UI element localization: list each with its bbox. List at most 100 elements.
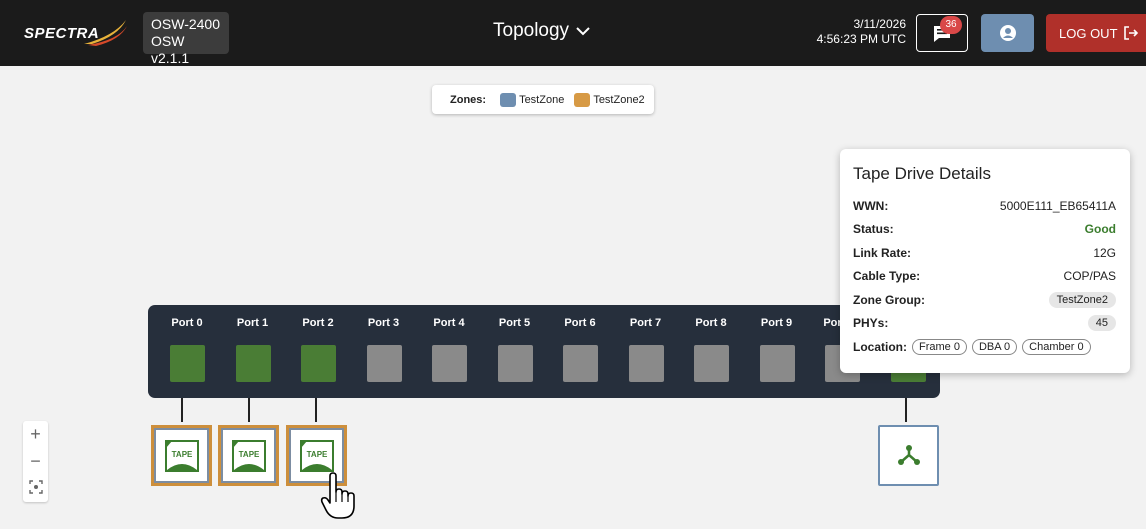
zone-item-testzone[interactable]: TestZone <box>500 92 565 107</box>
switch-port[interactable]: Port 9 <box>744 305 810 398</box>
status-label: Status: <box>853 222 894 237</box>
connection-line <box>905 398 907 422</box>
port-status-indicator[interactable] <box>628 345 664 382</box>
switch-port[interactable]: Port 2 <box>285 305 351 398</box>
brand-name: SPECTRA <box>24 25 100 42</box>
cable-type-label: Cable Type: <box>853 269 921 284</box>
port-label: Port 4 <box>433 317 465 329</box>
device-version: OSW v2.1.1 <box>151 33 190 66</box>
details-title: Tape Drive Details <box>853 164 991 183</box>
wwn-value: 5000E111_EB65411A <box>999 198 1116 213</box>
current-time: 4:56:23 PM UTC <box>816 32 906 46</box>
fit-view-icon <box>28 480 43 494</box>
user-button[interactable] <box>981 14 1034 52</box>
phys-label: PHYs: <box>853 316 889 331</box>
port-label: Port 8 <box>695 317 727 329</box>
zones-legend: Zones: TestZone TestZone2 <box>432 85 654 114</box>
connection-line <box>248 398 250 422</box>
tape-label: TAPE <box>307 450 328 459</box>
tape-drive-icon: TAPE <box>232 440 266 472</box>
details-row-location: Location: Frame 0 DBA 0 Chamber 0 <box>853 335 1116 359</box>
zoom-out-button[interactable]: − <box>23 448 48 475</box>
cable-type-value: COP/PAS <box>1063 269 1116 284</box>
port-status-indicator[interactable] <box>366 345 402 382</box>
phys-chip: 45 <box>1087 315 1116 332</box>
connection-line <box>181 398 183 422</box>
location-chamber-chip: Chamber 0 <box>1022 338 1091 355</box>
details-row-link-rate: Link Rate: 12G <box>853 241 1116 265</box>
port-label: Port 5 <box>498 317 531 329</box>
tape-drive-device[interactable]: TAPE <box>218 425 279 486</box>
tape-label: TAPE <box>172 450 193 459</box>
tape-drive-icon: TAPE <box>300 440 334 472</box>
port-status-indicator[interactable] <box>235 345 271 382</box>
top-bar: SPECTRA OSW-2400 OSW v2.1.1 Topology 3/1… <box>0 0 1146 66</box>
location-label: Location: <box>853 339 907 354</box>
datetime: 3/11/2026 4:56:23 PM UTC <box>810 17 906 47</box>
location-dba-chip: DBA 0 <box>971 338 1018 355</box>
port-label: Port 9 <box>760 317 793 329</box>
view-selector[interactable]: Topology <box>493 20 591 42</box>
switch-port[interactable]: Port 5 <box>482 305 548 398</box>
switch-port[interactable]: Port 3 <box>351 305 417 398</box>
tape-drive-details-panel: Tape Drive Details WWN: 5000E111_EB65411… <box>840 149 1130 373</box>
tape-label: TAPE <box>239 450 260 459</box>
port-status-indicator[interactable] <box>301 345 336 382</box>
connection-line <box>315 398 317 422</box>
logout-label: LOG OUT <box>1059 25 1118 41</box>
port-status-indicator[interactable] <box>432 345 467 382</box>
zone-name: TestZone2 <box>593 93 645 106</box>
location-frame-chip: Frame 0 <box>912 338 967 355</box>
zone-group-chip: TestZone2 <box>1048 291 1116 308</box>
port-label: Port 2 <box>302 317 334 329</box>
details-row-status: Status: Good <box>853 218 1116 242</box>
details-row-wwn: WWN: 5000E111_EB65411A <box>853 194 1116 218</box>
spectra-logo: SPECTRA <box>14 14 130 52</box>
port-status-indicator[interactable] <box>694 345 729 382</box>
port-status-indicator[interactable] <box>497 345 533 382</box>
hand-pointer-icon <box>320 472 355 519</box>
port-label: Port 1 <box>236 317 269 329</box>
zone-swatch <box>500 92 517 107</box>
details-row-phys: PHYs: 45 <box>853 312 1116 336</box>
port-status-indicator[interactable] <box>170 345 205 382</box>
wwn-label: WWN: <box>853 198 889 213</box>
details-row-zone-group: Zone Group: TestZone2 <box>853 288 1116 312</box>
user-icon <box>1000 25 1016 41</box>
link-rate-value: 12G <box>1093 245 1116 260</box>
current-date: 3/11/2026 <box>853 17 907 31</box>
tape-drive-icon: TAPE <box>165 440 199 472</box>
zoom-controls: + − <box>23 421 48 502</box>
logout-icon <box>1123 26 1138 40</box>
notification-badge: 36 <box>940 16 962 34</box>
fit-view-button[interactable] <box>23 475 48 502</box>
device-info: OSW-2400 OSW v2.1.1 <box>143 12 229 66</box>
switch-port[interactable]: Port 0 <box>154 305 220 398</box>
switch-port[interactable]: Port 8 <box>678 305 744 398</box>
switch-panel: Port 0 Port 1 Port 2 Port 3 Port 4 Port 5 Port… <box>148 305 940 398</box>
switch-port[interactable]: Port 7 <box>613 305 679 398</box>
network-hub-icon <box>898 445 920 465</box>
port-label: Port 6 <box>564 317 596 329</box>
switch-port[interactable]: Port 4 <box>416 305 482 398</box>
device-model: OSW-2400 <box>151 16 220 32</box>
port-label: Port 0 <box>171 317 203 329</box>
zoom-in-button[interactable]: + <box>23 421 48 448</box>
switch-port[interactable]: Port 6 <box>547 305 613 398</box>
switch-port[interactable]: Port 1 <box>220 305 286 398</box>
link-rate-label: Link Rate: <box>853 245 912 260</box>
tape-drive-device[interactable]: TAPE <box>151 425 212 486</box>
expander-device[interactable] <box>878 425 939 486</box>
port-status-indicator[interactable] <box>759 345 795 382</box>
details-row-cable-type: Cable Type: COP/PAS <box>853 265 1116 289</box>
zone-name: TestZone <box>519 93 565 106</box>
status-value: Good <box>1084 222 1116 237</box>
zone-item-testzone2[interactable]: TestZone2 <box>574 92 645 107</box>
port-label: Port 3 <box>367 317 400 329</box>
zone-swatch <box>574 92 591 107</box>
zones-label: Zones: <box>450 93 487 106</box>
logout-button[interactable]: LOG OUT <box>1046 14 1146 52</box>
port-status-indicator[interactable] <box>563 345 598 382</box>
view-title: Topology <box>493 20 570 41</box>
chevron-down-icon <box>576 27 590 36</box>
